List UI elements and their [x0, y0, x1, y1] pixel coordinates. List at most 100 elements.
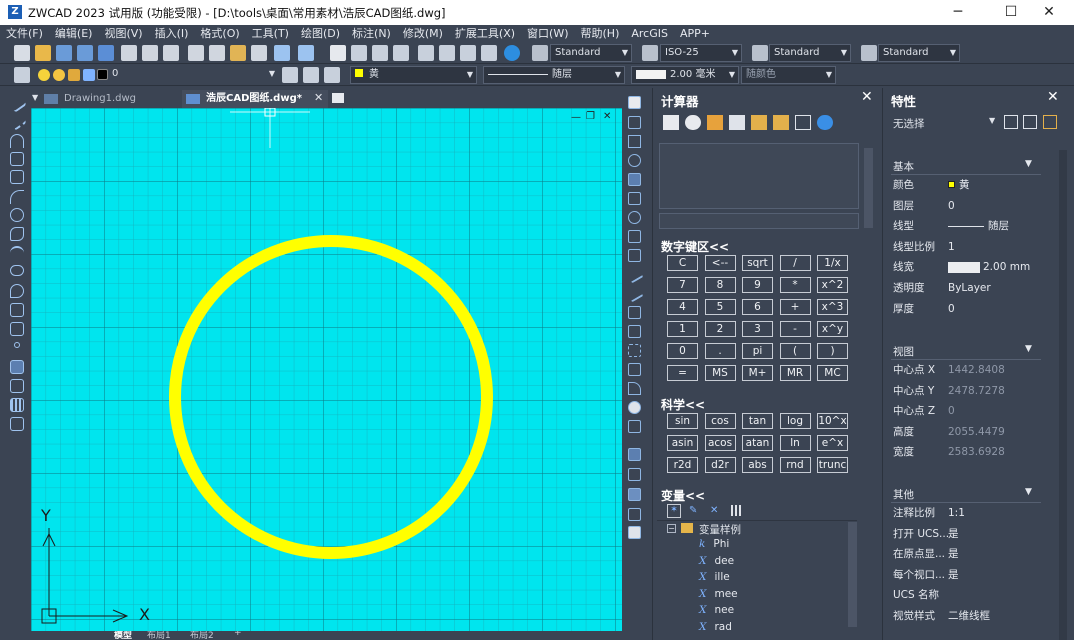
scientific-key[interactable]: d2r — [704, 457, 736, 473]
scientific-key[interactable]: e^x — [817, 435, 848, 451]
layer-on-icon[interactable] — [38, 69, 50, 81]
tab-model[interactable]: 模型 — [114, 631, 132, 640]
layer-previous-icon[interactable] — [303, 67, 319, 83]
distance-icon[interactable] — [751, 115, 767, 130]
rotate-icon[interactable] — [628, 211, 641, 224]
layer-thaw-icon[interactable] — [53, 69, 65, 81]
help-icon[interactable] — [504, 45, 520, 61]
layer-manager-icon[interactable] — [14, 67, 30, 83]
property-row[interactable]: 线宽 2.00 mm — [893, 257, 1043, 277]
property-row[interactable]: 视觉样式 二维线框 — [893, 606, 1043, 626]
scientific-key[interactable]: abs — [742, 457, 773, 473]
layer-plot-icon[interactable] — [83, 69, 95, 81]
numpad-key[interactable]: / — [779, 255, 811, 271]
new-variable-icon[interactable]: ✶ — [667, 504, 681, 518]
ellipse-icon[interactable] — [10, 265, 24, 276]
group-basic-header[interactable]: 基本 ▼ — [893, 159, 1032, 174]
numpad-key[interactable]: 1 — [667, 321, 698, 337]
menu-insert[interactable]: 插入(I) — [149, 25, 195, 42]
numpad-key[interactable]: x^2 — [817, 277, 848, 293]
stretch-icon[interactable] — [628, 249, 641, 262]
drawing-canvas[interactable]: Y X — ❐ ✕ — [31, 108, 622, 634]
multileader-style-select[interactable]: Standard ▼ — [878, 44, 960, 62]
send-back-icon[interactable] — [628, 526, 641, 539]
tab-haochen-drawing[interactable]: 浩辰CAD图纸.dwg* — [182, 90, 328, 108]
property-row[interactable]: 宽度 2583.6928 — [893, 442, 1043, 462]
property-row[interactable]: 中心点 Z 0 — [893, 401, 1043, 421]
tab-drawing1[interactable]: Drawing1.dwg — [40, 90, 188, 108]
group-misc-header[interactable]: 其他 ▼ — [893, 487, 1032, 502]
variable-item[interactable]: Xnee — [699, 604, 734, 616]
properties-scrollbar[interactable] — [1059, 150, 1067, 640]
match-properties-icon[interactable] — [251, 45, 267, 61]
clear-icon[interactable] — [663, 115, 679, 130]
edit-polyline-icon[interactable] — [628, 420, 641, 433]
scientific-key[interactable]: 10^x — [817, 413, 848, 429]
paste-icon[interactable] — [230, 45, 246, 61]
chamfer-icon[interactable] — [628, 363, 641, 376]
toggle-pickadd-icon[interactable] — [1004, 115, 1018, 129]
extend-icon[interactable] — [625, 284, 644, 303]
menu-dimension[interactable]: 标注(N) — [346, 25, 397, 42]
plot-icon[interactable] — [163, 45, 179, 61]
variables-header[interactable]: 变量<< — [661, 487, 705, 504]
clear-history-icon[interactable] — [685, 115, 701, 130]
cut-icon[interactable] — [188, 45, 204, 61]
numpad-key[interactable]: MR — [779, 365, 811, 381]
point-icon[interactable] — [14, 342, 20, 348]
numpad-key[interactable]: x^3 — [817, 299, 848, 315]
menu-app-plus[interactable]: APP+ — [674, 25, 716, 42]
numpad-key[interactable]: ( — [779, 343, 811, 359]
numpad-key[interactable]: <-- — [704, 255, 736, 271]
scientific-key[interactable]: atan — [742, 435, 773, 451]
scientific-key[interactable]: tan — [742, 413, 773, 429]
numpad-key[interactable]: pi — [742, 343, 773, 359]
line-icon[interactable] — [7, 93, 27, 113]
numpad-key[interactable]: 1/x — [817, 255, 848, 271]
property-row[interactable]: UCS 名称 — [893, 585, 1043, 605]
variables-scrollbar[interactable] — [848, 522, 857, 627]
new-file-icon[interactable] — [14, 45, 30, 61]
scientific-key[interactable]: acos — [704, 435, 736, 451]
dim-style-select[interactable]: ISO-25 ▼ — [660, 44, 742, 62]
input-display[interactable] — [659, 213, 859, 229]
angle-icon[interactable] — [773, 115, 789, 130]
bring-front-icon[interactable] — [628, 508, 641, 521]
group-icon[interactable] — [628, 468, 641, 481]
numpad-key[interactable]: = — [667, 365, 698, 381]
property-row[interactable]: 高度 2055.4479 — [893, 422, 1043, 442]
scientific-key[interactable]: r2d — [667, 457, 698, 473]
menu-edit[interactable]: 编辑(E) — [49, 25, 99, 42]
property-row[interactable]: 颜色 黄 — [893, 175, 1043, 195]
viewport-minimize-button[interactable]: — — [571, 112, 581, 123]
property-row[interactable]: 线型 随层 — [893, 216, 1043, 236]
numpad-key[interactable]: C — [667, 255, 698, 271]
quick-save-icon[interactable] — [98, 45, 114, 61]
property-row[interactable]: 在原点显... 是 — [893, 544, 1043, 564]
menu-tools[interactable]: 工具(T) — [246, 25, 295, 42]
property-row[interactable]: 厚度 0 — [893, 299, 1043, 319]
numpad-key[interactable]: - — [779, 321, 811, 337]
delete-variable-icon[interactable]: ✕ — [710, 505, 718, 516]
rectangle-icon[interactable] — [10, 170, 24, 184]
ungroup-icon[interactable] — [628, 488, 641, 501]
property-row[interactable]: 注释比例 1:1 — [893, 503, 1043, 523]
scientific-header[interactable]: 科学<< — [661, 396, 705, 413]
numpad-header[interactable]: 数字键区<< — [661, 238, 729, 255]
menu-express-tools[interactable]: 扩展工具(X) — [449, 25, 521, 42]
table-style-select[interactable]: Standard ▼ — [769, 44, 851, 62]
save-icon[interactable] — [56, 45, 72, 61]
arc-icon[interactable] — [10, 190, 24, 204]
tab-list-chevron-icon[interactable]: ▼ — [32, 93, 38, 102]
polyline-icon[interactable] — [10, 134, 24, 148]
collapse-toggle-icon[interactable]: − — [667, 524, 676, 533]
trim-icon[interactable] — [625, 265, 644, 284]
numpad-key[interactable]: ) — [817, 343, 848, 359]
vars-group-label[interactable]: 变量样例 — [699, 522, 741, 537]
scientific-key[interactable]: ln — [779, 435, 811, 451]
layer-state-icon[interactable] — [324, 67, 340, 83]
polygon-icon[interactable] — [10, 152, 24, 166]
property-row[interactable]: 中心点 Y 2478.7278 — [893, 381, 1043, 401]
insert-block-icon[interactable] — [10, 303, 24, 317]
tool-palette-icon[interactable] — [460, 45, 476, 61]
